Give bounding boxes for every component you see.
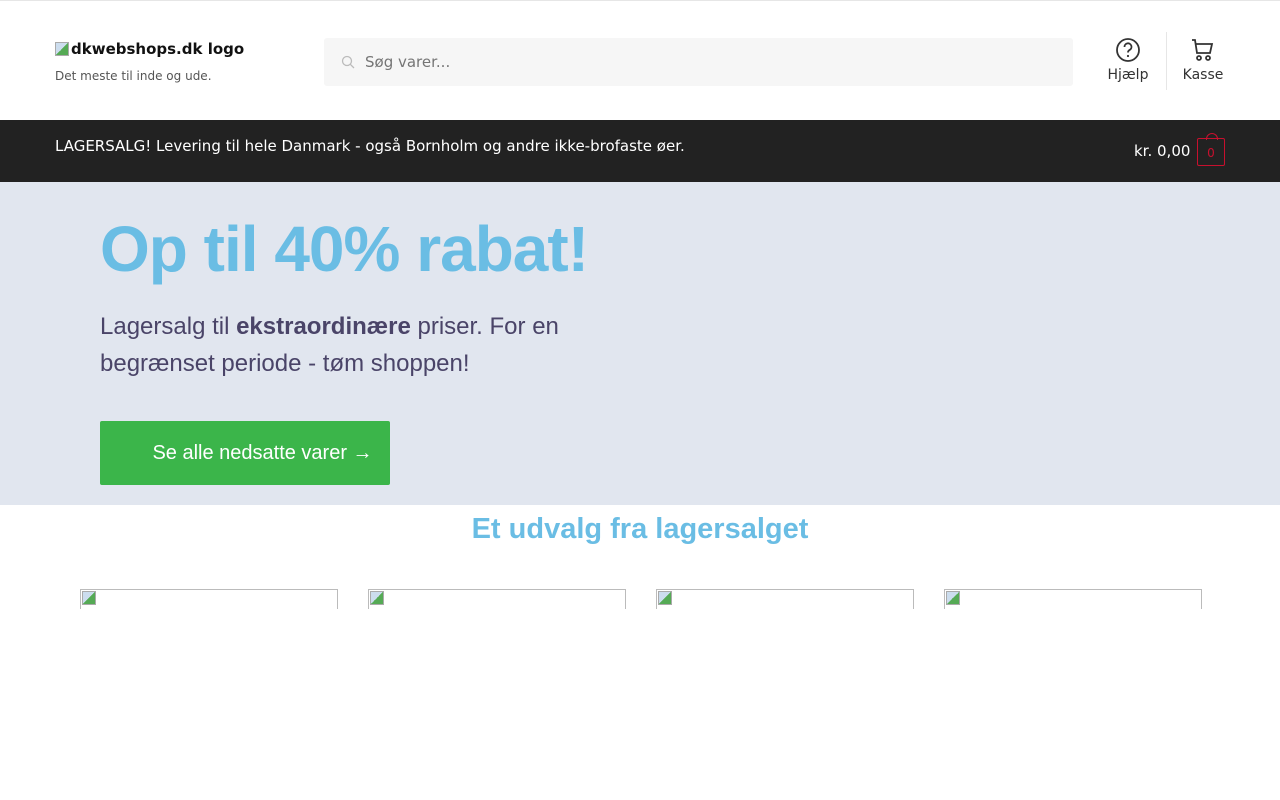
product-image[interactable] <box>656 589 914 609</box>
see-discounted-button[interactable]: Se alle nedsatte varer → <box>100 421 390 485</box>
checkout-label: Kasse <box>1182 67 1224 83</box>
cart-count-bag-icon[interactable]: 0 <box>1197 133 1225 166</box>
hero-text-start: Lagersalg til <box>100 313 237 340</box>
section-title: Et udvalg fra lagersalget <box>471 513 809 545</box>
notice-bar: LAGERSALG! Levering til hele Danmark - o… <box>0 120 1280 182</box>
site-logo[interactable]: dkwebshops.dk logo <box>55 40 244 58</box>
product-image[interactable] <box>368 589 626 609</box>
product-image[interactable] <box>944 589 1202 609</box>
search-input[interactable] <box>365 53 1045 71</box>
product-grid <box>80 589 1202 609</box>
cart-total[interactable]: kr. 0,00 <box>1134 142 1190 160</box>
notice-message: LAGERSALG! Levering til hele Danmark - o… <box>55 137 685 155</box>
logo-alt-text: dkwebshops.dk logo <box>71 40 245 58</box>
broken-image-icon <box>946 591 960 605</box>
broken-image-icon <box>82 591 96 605</box>
hero-banner: Op til 40% rabat! Lagersalg til ekstraor… <box>0 182 1280 505</box>
cart-icon <box>1192 39 1214 61</box>
hero-text-bold: ekstraordinære <box>236 313 411 340</box>
search-icon <box>341 55 355 69</box>
broken-image-icon <box>370 591 384 605</box>
checkout-link[interactable]: Kasse <box>1173 37 1233 83</box>
site-tagline: Det meste til inde og ude. <box>55 69 212 83</box>
broken-image-icon <box>658 591 672 605</box>
help-label: Hjælp <box>1107 67 1149 83</box>
hero-title: Op til 40% rabat! <box>100 213 589 285</box>
help-icon <box>1116 38 1140 62</box>
broken-image-icon <box>55 42 69 56</box>
help-link[interactable]: Hjælp <box>1098 37 1158 83</box>
hero-text: Lagersalg til ekstraordinære priser. For… <box>100 308 580 382</box>
site-header: dkwebshops.dk logo Det meste til inde og… <box>0 1 1280 120</box>
product-image[interactable] <box>80 589 338 609</box>
divider <box>1166 32 1167 90</box>
search-bar <box>324 38 1073 86</box>
